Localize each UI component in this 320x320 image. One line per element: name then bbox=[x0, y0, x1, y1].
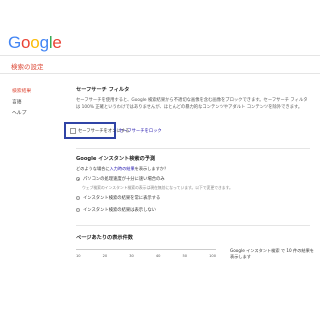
instant-option-2[interactable]: インスタント検索の結果を常に表示する bbox=[76, 195, 160, 201]
slider-tick-label: 20 bbox=[102, 254, 108, 258]
sidebar-item-help[interactable]: ヘルプ bbox=[12, 108, 31, 119]
radio-button[interactable] bbox=[76, 208, 80, 212]
section-divider bbox=[76, 148, 310, 149]
slider-tick-label: 40 bbox=[155, 254, 161, 258]
radio-button[interactable] bbox=[76, 177, 80, 181]
results-per-page-title: ページあたりの表示件数 bbox=[76, 235, 133, 241]
radio-label: パソコンの処理速度が十分に速い場合のみ bbox=[83, 177, 165, 182]
slider-tick-label: 30 bbox=[129, 254, 134, 258]
instant-option-1-description: ウェブ検索のインスタント検索の表示は現在無効になっています。以下で変更できます。 bbox=[82, 185, 233, 190]
google-logo: Google bbox=[8, 34, 62, 51]
settings-sidebar: 検索結果 言語 ヘルプ bbox=[12, 86, 31, 119]
logo-letter: G bbox=[8, 33, 22, 52]
safesearch-checkbox[interactable] bbox=[70, 128, 76, 134]
instant-hint-link[interactable]: 入力時の結果 bbox=[110, 166, 135, 171]
radio-label: インスタント検索の結果は表示しない bbox=[83, 208, 156, 213]
lock-safesearch-link[interactable]: セーフサーチをロック bbox=[119, 128, 162, 134]
radio-button[interactable] bbox=[76, 196, 80, 200]
logo-letter: e bbox=[52, 33, 62, 52]
section-divider bbox=[76, 225, 310, 226]
instant-option-1[interactable]: パソコンの処理速度が十分に速い場合のみ bbox=[76, 176, 165, 182]
slider-tick-label: 100 bbox=[209, 254, 216, 258]
title-divider bbox=[0, 73, 320, 74]
instant-option-3[interactable]: インスタント検索の結果は表示しない bbox=[76, 207, 156, 213]
slider-tick-label: 50 bbox=[182, 254, 188, 258]
radio-label: インスタント検索の結果を常に表示する bbox=[83, 196, 161, 201]
logo-letter: o bbox=[30, 33, 40, 52]
instant-hint: どのような場合に入力時の結果を表示しますか？ bbox=[76, 166, 168, 172]
results-slider-labels: 10 20 30 40 50 100 bbox=[76, 254, 216, 258]
sidebar-item-search-results[interactable]: 検索結果 bbox=[12, 86, 31, 97]
logo-letter: g bbox=[39, 33, 49, 52]
instant-hint-suffix: を表示しますか？ bbox=[134, 166, 169, 171]
slider-tick-label: 10 bbox=[76, 254, 81, 258]
results-per-page-note: Google インスタント検索 で 10 件の結果を表示します bbox=[230, 248, 314, 260]
safesearch-description: セーフサーチを使用すると、Google 検索結果から不適切な画像を含む画像をブロ… bbox=[76, 98, 308, 110]
header-divider bbox=[0, 55, 320, 56]
results-slider[interactable] bbox=[76, 249, 216, 250]
sidebar-item-language[interactable]: 言語 bbox=[12, 97, 31, 108]
safesearch-title: セーフサーチ フィルタ bbox=[76, 87, 130, 93]
logo-letter: o bbox=[21, 33, 31, 52]
instant-hint-prefix: どのような場合に bbox=[76, 166, 110, 171]
page-title: 検索の設定 bbox=[11, 63, 44, 71]
instant-title: Google インスタント検索の予測 bbox=[76, 156, 156, 162]
